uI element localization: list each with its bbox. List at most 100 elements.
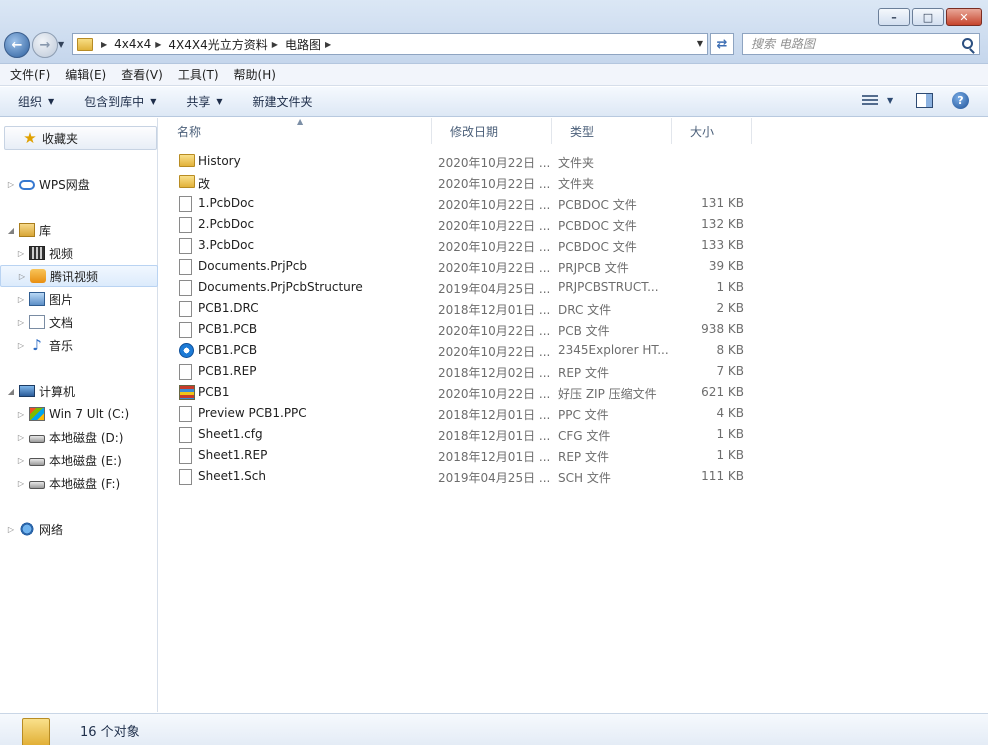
- nav-documents[interactable]: ▷ 文档: [0, 311, 158, 333]
- search-box[interactable]: [742, 33, 980, 55]
- menu-help[interactable]: 帮助(H): [234, 66, 276, 83]
- file-type: PCB 文件: [558, 324, 610, 338]
- file-row[interactable]: PCB1.PCB 2020年10月22日 ... PCB 文件 938 KB: [175, 319, 755, 340]
- new-folder-label: 新建文件夹: [252, 95, 313, 109]
- chevron-right-icon[interactable]: ▶: [101, 40, 107, 49]
- nav-drive-f[interactable]: ▷ 本地磁盘 (F:): [0, 472, 158, 494]
- column-header-name[interactable]: 名称 ▲: [159, 117, 432, 144]
- file-icon: [179, 322, 192, 338]
- nav-favorites[interactable]: ★ 收藏夹: [4, 126, 157, 150]
- expand-icon[interactable]: ▷: [16, 433, 26, 442]
- file-row[interactable]: 改 2020年10月22日 ... 文件夹: [175, 172, 755, 193]
- back-button[interactable]: ←: [4, 32, 30, 58]
- breadcrumb-item[interactable]: 电路图: [285, 36, 321, 53]
- help-icon[interactable]: ?: [952, 92, 969, 109]
- nav-wps-drive[interactable]: ▷ WPS网盘: [0, 173, 158, 195]
- forward-button[interactable]: →: [32, 32, 58, 58]
- expand-icon[interactable]: ▷: [16, 341, 26, 350]
- file-row[interactable]: PCB1.REP 2018年12月02日 ... REP 文件 7 KB: [175, 361, 755, 382]
- minimize-button[interactable]: –: [878, 8, 910, 26]
- new-folder-button[interactable]: 新建文件夹: [253, 93, 313, 110]
- expand-icon[interactable]: ▷: [17, 272, 27, 281]
- file-row[interactable]: Documents.PrjPcbStructure 2019年04月25日 ...…: [175, 277, 755, 298]
- file-name: Preview PCB1.PPC: [198, 406, 307, 420]
- column-header-date[interactable]: 修改日期: [432, 118, 552, 144]
- chevron-right-icon[interactable]: ▶: [272, 40, 278, 49]
- file-row[interactable]: 2.PcbDoc 2020年10月22日 ... PCBDOC 文件 132 KB: [175, 214, 755, 235]
- file-size: 938 KB: [701, 322, 744, 336]
- close-button[interactable]: ✕: [946, 8, 982, 26]
- nav-computer[interactable]: ◢ 计算机: [0, 380, 158, 402]
- nav-video[interactable]: ▷ 视频: [0, 242, 158, 264]
- chevron-right-icon[interactable]: ▶: [155, 40, 161, 49]
- breadcrumb-item[interactable]: 4x4x4: [114, 37, 151, 51]
- expand-icon[interactable]: ▷: [6, 180, 16, 189]
- view-options-dropdown-icon[interactable]: ▼: [887, 96, 893, 105]
- file-row[interactable]: Preview PCB1.PPC 2018年12月01日 ... PPC 文件 4 K…: [175, 403, 755, 424]
- organize-button[interactable]: 组织 ▼: [18, 93, 54, 110]
- nav-music[interactable]: ▷ ♪ 音乐: [0, 334, 158, 356]
- nav-pictures[interactable]: ▷ 图片: [0, 288, 158, 310]
- address-bar[interactable]: ▶ 4x4x4 ▶ 4X4X4光立方资料 ▶ 电路图 ▶ ▼: [72, 33, 708, 55]
- computer-icon: [19, 385, 35, 397]
- chevron-right-icon[interactable]: ▶: [325, 40, 331, 49]
- column-header-row: 名称 ▲ 修改日期 类型 大小: [159, 117, 988, 144]
- search-input[interactable]: [751, 37, 961, 51]
- file-row[interactable]: History 2020年10月22日 ... 文件夹: [175, 151, 755, 172]
- window-controls: – □ ✕: [876, 8, 982, 26]
- file-row[interactable]: 1.PcbDoc 2020年10月22日 ... PCBDOC 文件 131 KB: [175, 193, 755, 214]
- menu-view[interactable]: 查看(V): [121, 66, 163, 83]
- cloud-icon: [19, 180, 35, 190]
- hard-drive-icon: [29, 435, 45, 443]
- file-icon: [179, 301, 192, 317]
- nav-drive-d[interactable]: ▷ 本地磁盘 (D:): [0, 426, 158, 448]
- file-type: SCH 文件: [558, 471, 611, 485]
- menu-file[interactable]: 文件(F): [10, 66, 50, 83]
- expand-icon[interactable]: ▷: [16, 410, 26, 419]
- column-header-type[interactable]: 类型: [552, 118, 672, 144]
- nav-tencent-video[interactable]: ▷ 腾讯视频: [0, 265, 158, 287]
- share-button[interactable]: 共享 ▼: [186, 93, 222, 110]
- file-name: History: [198, 154, 241, 168]
- breadcrumb-item[interactable]: 4X4X4光立方资料: [168, 36, 267, 53]
- expand-icon[interactable]: ▷: [16, 479, 26, 488]
- nav-label: 腾讯视频: [50, 269, 99, 284]
- maximize-button[interactable]: □: [912, 8, 944, 26]
- address-history-dropdown-icon[interactable]: ▼: [697, 39, 703, 48]
- include-library-button[interactable]: 包含到库中 ▼: [84, 93, 156, 110]
- file-row[interactable]: Sheet1.cfg 2018年12月01日 ... CFG 文件 1 KB: [175, 424, 755, 445]
- file-row[interactable]: Sheet1.REP 2018年12月01日 ... REP 文件 1 KB: [175, 445, 755, 466]
- expand-icon[interactable]: ▷: [6, 525, 16, 534]
- expand-icon[interactable]: ▷: [16, 249, 26, 258]
- collapse-icon[interactable]: ◢: [6, 226, 16, 235]
- file-row[interactable]: PCB1.PCB 2020年10月22日 ... 2345Explorer HT..…: [175, 340, 755, 361]
- expand-icon[interactable]: ▷: [16, 295, 26, 304]
- collapse-icon[interactable]: ◢: [6, 387, 16, 396]
- tencent-video-icon: [30, 269, 46, 283]
- file-row[interactable]: PCB1 2020年10月22日 ... 好压 ZIP 压缩文件 621 KB: [175, 382, 755, 403]
- nav-drive-c[interactable]: ▷ Win 7 Ult (C:): [0, 403, 158, 425]
- file-row[interactable]: PCB1.DRC 2018年12月01日 ... DRC 文件 2 KB: [175, 298, 755, 319]
- file-size: 7 KB: [716, 364, 744, 378]
- recent-pages-dropdown-icon[interactable]: ▼: [58, 40, 64, 49]
- file-name: 3.PcbDoc: [198, 238, 255, 252]
- menu-tools[interactable]: 工具(T): [178, 66, 219, 83]
- nav-network[interactable]: ▷ 网络: [0, 518, 158, 540]
- preview-pane-icon[interactable]: [916, 93, 933, 108]
- file-date: 2020年10月22日 ...: [438, 261, 551, 275]
- system-drive-icon: [29, 407, 45, 421]
- nav-drive-e[interactable]: ▷ 本地磁盘 (E:): [0, 449, 158, 471]
- expand-icon[interactable]: ▷: [16, 318, 26, 327]
- expand-icon[interactable]: ▷: [16, 456, 26, 465]
- caret-down-icon: ▼: [216, 97, 223, 106]
- file-row[interactable]: Sheet1.Sch 2019年04月25日 ... SCH 文件 111 KB: [175, 466, 755, 487]
- refresh-button[interactable]: ⇄: [710, 33, 734, 55]
- file-row[interactable]: Documents.PrjPcb 2020年10月22日 ... PRJPCB 文件…: [175, 256, 755, 277]
- search-icon[interactable]: [962, 38, 973, 49]
- menu-edit[interactable]: 编辑(E): [65, 66, 106, 83]
- nav-library[interactable]: ◢ 库: [0, 219, 158, 241]
- file-icon: [179, 238, 192, 254]
- column-header-size[interactable]: 大小: [672, 118, 752, 144]
- change-view-icon[interactable]: [862, 95, 878, 107]
- file-row[interactable]: 3.PcbDoc 2020年10月22日 ... PCBDOC 文件 133 KB: [175, 235, 755, 256]
